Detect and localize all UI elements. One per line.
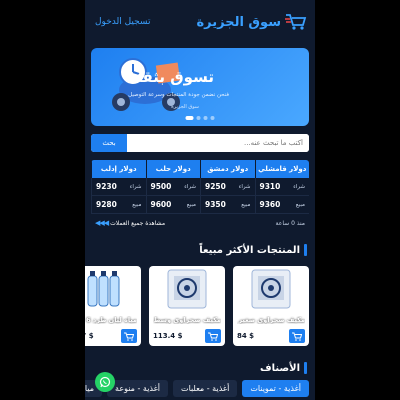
product-price: 113.4 $: [153, 332, 183, 340]
view-all-currencies-link[interactable]: مشاهدة جميع العملات ◀◀◀: [95, 219, 165, 227]
categories-title: الأصناف: [260, 362, 300, 374]
banner-title: تسوق بثقة: [133, 68, 214, 86]
whatsapp-icon: [99, 376, 111, 388]
left-letterbox: [0, 0, 85, 400]
login-link[interactable]: تسجيل الدخول: [95, 17, 150, 27]
buy-value: 9310: [259, 182, 281, 191]
air-cooler-icon: [167, 269, 207, 309]
rates-buy-row: شراء 9310 شراء 9250 شراء 9500 شراء 9230: [91, 178, 309, 196]
product-name: مكيف صحراوي وسط: [153, 316, 221, 324]
buy-value: 9250: [205, 182, 226, 191]
carousel-dots: [185, 116, 215, 120]
rate-cell: مبيع 9280: [91, 196, 146, 214]
air-cooler-icon: [251, 269, 291, 309]
buy-label: شراء: [238, 183, 251, 190]
search-bar: بحث: [91, 134, 309, 152]
rate-column-header: دولار قامشلي: [254, 160, 309, 178]
buy-value: 9500: [150, 182, 172, 191]
add-to-cart-button[interactable]: [205, 329, 221, 343]
banner-brand: سوق الجزيرة: [171, 104, 199, 110]
product-image: [233, 266, 309, 312]
banner-subtitle: فنحن نضمن جودة المنتجات وسرعة التوصيل: [128, 92, 229, 98]
product-card[interactable]: مكيف صحراوي وسط 113.4 $: [149, 266, 225, 346]
rates-footer: منذ 0 ساعة مشاهدة جميع العملات ◀◀◀: [91, 214, 309, 232]
categories-heading: الأصناف: [93, 362, 307, 374]
currency-rates-table: دولار قامشلي دولار دمشق دولار حلب دولار …: [91, 160, 309, 232]
view-all-label: مشاهدة جميع العملات: [110, 219, 166, 227]
best-sellers-heading: المنتجات الأكثر مبيعاً: [93, 244, 307, 256]
cart-icon: [292, 332, 302, 341]
sell-value: 9280: [96, 200, 117, 209]
rates-updated-time: منذ 0 ساعة: [275, 219, 305, 227]
water-bottles-icon: [87, 271, 120, 307]
rate-column-header: دولار إدلب: [91, 160, 146, 178]
sell-label: مبيع: [132, 201, 142, 208]
product-footer: 113.4 $: [149, 326, 225, 346]
rate-cell: شراء 9500: [145, 178, 200, 196]
sell-label: مبيع: [186, 201, 196, 208]
sell-value: 9350: [205, 200, 226, 209]
cart-icon: [124, 332, 134, 341]
category-chip[interactable]: أغذية - معلبات: [173, 380, 238, 397]
product-footer: 84 $: [233, 326, 309, 346]
heading-accent-bar: [304, 362, 307, 374]
buy-label: شراء: [293, 183, 305, 190]
sell-value: 9600: [150, 200, 172, 209]
buy-label: شراء: [129, 183, 142, 190]
promo-banner[interactable]: تسوق بثقة فنحن نضمن جودة المنتجات وسرعة …: [91, 48, 309, 126]
carousel-dot[interactable]: [210, 116, 215, 120]
rate-cell: مبيع 9600: [145, 196, 200, 214]
product-name: مكيف صحراوي صغير: [238, 316, 305, 324]
rate-cell: شراء 9310: [254, 178, 309, 196]
logo-text: سوق الجزيرة: [196, 14, 281, 30]
best-sellers-list: مكيف صحراوي صغير 84 $ مكيف صحراوي وسط 11…: [85, 262, 315, 346]
top-bar: سوق الجزيرة تسجيل الدخول: [85, 0, 315, 44]
product-card[interactable]: مكيف صحراوي صغير 84 $: [233, 266, 309, 346]
carousel-dot[interactable]: [196, 116, 201, 120]
heading-accent-bar: [304, 244, 307, 256]
buy-label: شراء: [184, 183, 196, 190]
rate-cell: شراء 9250: [200, 178, 255, 196]
search-button[interactable]: بحث: [91, 134, 127, 152]
carousel-dot[interactable]: [185, 116, 194, 120]
category-chip[interactable]: أغذية - تموينات: [242, 380, 309, 397]
best-sellers-title: المنتجات الأكثر مبيعاً: [199, 244, 300, 256]
cart-logo-icon: [285, 14, 307, 30]
search-input[interactable]: [127, 134, 309, 152]
whatsapp-button[interactable]: [95, 372, 115, 392]
cart-icon: [208, 332, 218, 341]
categories-list: أغذية - تموينات أغذية - معلبات أغذية - م…: [85, 380, 315, 397]
rates-header: دولار قامشلي دولار دمشق دولار حلب دولار …: [91, 160, 309, 178]
sell-value: 9360: [259, 200, 281, 209]
logo[interactable]: سوق الجزيرة: [196, 13, 307, 31]
rate-cell: شراء 9230: [91, 178, 146, 196]
right-letterbox: [315, 0, 400, 400]
rate-column-header: دولار حلب: [145, 160, 200, 178]
product-footer: 0.87 $: [85, 326, 141, 346]
product-price: 0.87 $: [85, 332, 94, 340]
rate-column-header: دولار دمشق: [200, 160, 255, 178]
carousel-dot[interactable]: [203, 116, 208, 120]
add-to-cart-button[interactable]: [289, 329, 305, 343]
product-card[interactable]: مياه ليان طرد 6 0.87 $: [85, 266, 141, 346]
arrows-left-icon: ◀◀◀: [95, 219, 109, 227]
rate-cell: مبيع 9350: [200, 196, 255, 214]
rate-cell: مبيع 9360: [254, 196, 309, 214]
buy-value: 9230: [96, 182, 117, 191]
rates-sell-row: مبيع 9360 مبيع 9350 مبيع 9600 مبيع 9280: [91, 196, 309, 214]
sell-label: مبيع: [295, 201, 305, 208]
app-screen: سوق الجزيرة تسجيل الدخول تسوق بثقة فنحن …: [85, 0, 315, 400]
category-chip[interactable]: أغذية - منوعة: [107, 380, 169, 397]
product-name: مياه ليان طرد 6: [86, 316, 137, 324]
product-price: 84 $: [237, 332, 255, 340]
product-image: [149, 266, 225, 312]
sell-label: مبيع: [241, 201, 251, 208]
product-image: [85, 266, 141, 312]
add-to-cart-button[interactable]: [121, 329, 137, 343]
